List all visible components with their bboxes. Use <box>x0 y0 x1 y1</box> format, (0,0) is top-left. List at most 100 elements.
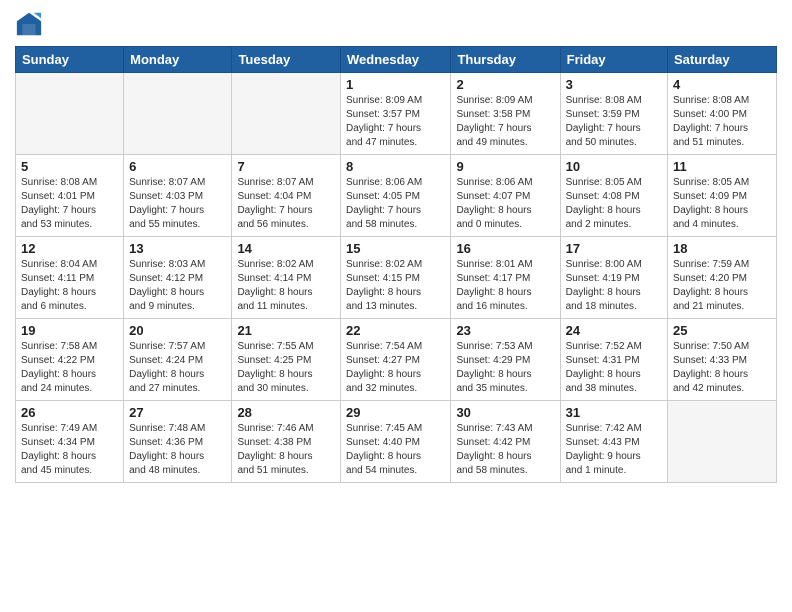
day-info: Sunrise: 7:55 AM Sunset: 4:25 PM Dayligh… <box>237 340 335 396</box>
calendar-cell: 3 Sunrise: 8:08 AM Sunset: 3:59 PM Daylig… <box>560 73 667 155</box>
weekday-header-monday: Monday <box>124 47 232 73</box>
day-info: Sunrise: 8:08 AM Sunset: 3:59 PM Dayligh… <box>566 94 662 150</box>
calendar-cell: 13Sunrise: 8:03 AM Sunset: 4:12 PM Dayli… <box>124 237 232 319</box>
day-number: 2 <box>456 77 554 92</box>
week-row-2: 12 Sunrise: 8:04 AM Sunset: 4:11 PM Dayli… <box>16 237 777 319</box>
day-number: 4 <box>673 77 771 92</box>
day-number: 15 <box>346 241 445 256</box>
day-info: Sunrise: 7:43 AM Sunset: 4:42 PM Dayligh… <box>456 422 554 478</box>
calendar-cell: 20 Sunrise: 7:57 AM Sunset: 4:24 PM Dayli… <box>124 319 232 401</box>
day-info: Sunrise: 8:06 AM Sunset: 4:07 PM Dayligh… <box>456 176 554 232</box>
calendar-cell: 8Sunrise: 8:06 AM Sunset: 4:05 PM Daylig… <box>341 155 451 237</box>
day-info: Sunrise: 8:04 AM Sunset: 4:11 PM Dayligh… <box>21 258 118 314</box>
calendar-cell <box>124 73 232 155</box>
day-info: Sunrise: 7:50 AM Sunset: 4:33 PM Dayligh… <box>673 340 771 396</box>
page: SundayMondayTuesdayWednesdayThursdayFrid… <box>0 0 792 612</box>
calendar-cell: 19Sunrise: 7:58 AM Sunset: 4:22 PM Dayli… <box>16 319 124 401</box>
calendar-cell: 16 Sunrise: 8:01 AM Sunset: 4:17 PM Dayli… <box>451 237 560 319</box>
calendar-cell: 17 Sunrise: 8:00 AM Sunset: 4:19 PM Dayli… <box>560 237 667 319</box>
calendar-cell: 12 Sunrise: 8:04 AM Sunset: 4:11 PM Dayli… <box>16 237 124 319</box>
day-number: 17 <box>566 241 662 256</box>
day-info: Sunrise: 8:02 AM Sunset: 4:15 PM Dayligh… <box>346 258 445 314</box>
day-number: 20 <box>129 323 226 338</box>
week-row-4: 26 Sunrise: 7:49 AM Sunset: 4:34 PM Dayli… <box>16 401 777 483</box>
day-info: Sunrise: 7:53 AM Sunset: 4:29 PM Dayligh… <box>456 340 554 396</box>
day-info: Sunrise: 7:59 AM Sunset: 4:20 PM Dayligh… <box>673 258 771 314</box>
day-number: 5 <box>21 159 118 174</box>
calendar-cell <box>232 73 341 155</box>
day-number: 1 <box>346 77 445 92</box>
logo <box>15 10 47 38</box>
day-number: 22 <box>346 323 445 338</box>
calendar-cell: 14 Sunrise: 8:02 AM Sunset: 4:14 PM Dayli… <box>232 237 341 319</box>
day-info: Sunrise: 8:00 AM Sunset: 4:19 PM Dayligh… <box>566 258 662 314</box>
day-info: Sunrise: 8:08 AM Sunset: 4:01 PM Dayligh… <box>21 176 118 232</box>
day-number: 27 <box>129 405 226 420</box>
calendar-cell: 29Sunrise: 7:45 AM Sunset: 4:40 PM Dayli… <box>341 401 451 483</box>
week-row-1: 5 Sunrise: 8:08 AM Sunset: 4:01 PM Daylig… <box>16 155 777 237</box>
calendar-cell: 5 Sunrise: 8:08 AM Sunset: 4:01 PM Daylig… <box>16 155 124 237</box>
day-info: Sunrise: 8:08 AM Sunset: 4:00 PM Dayligh… <box>673 94 771 150</box>
day-number: 25 <box>673 323 771 338</box>
weekday-header-tuesday: Tuesday <box>232 47 341 73</box>
day-number: 29 <box>346 405 445 420</box>
weekday-header-thursday: Thursday <box>451 47 560 73</box>
day-info: Sunrise: 7:42 AM Sunset: 4:43 PM Dayligh… <box>566 422 662 478</box>
calendar-cell: 2 Sunrise: 8:09 AM Sunset: 3:58 PM Daylig… <box>451 73 560 155</box>
calendar-cell: 26 Sunrise: 7:49 AM Sunset: 4:34 PM Dayli… <box>16 401 124 483</box>
calendar-cell: 25 Sunrise: 7:50 AM Sunset: 4:33 PM Dayli… <box>668 319 777 401</box>
day-info: Sunrise: 8:01 AM Sunset: 4:17 PM Dayligh… <box>456 258 554 314</box>
calendar-cell: 1Sunrise: 8:09 AM Sunset: 3:57 PM Daylig… <box>341 73 451 155</box>
header <box>15 10 777 38</box>
day-number: 31 <box>566 405 662 420</box>
week-row-0: 1Sunrise: 8:09 AM Sunset: 3:57 PM Daylig… <box>16 73 777 155</box>
day-number: 12 <box>21 241 118 256</box>
day-number: 10 <box>566 159 662 174</box>
calendar-cell: 27 Sunrise: 7:48 AM Sunset: 4:36 PM Dayli… <box>124 401 232 483</box>
day-info: Sunrise: 7:48 AM Sunset: 4:36 PM Dayligh… <box>129 422 226 478</box>
calendar-cell <box>668 401 777 483</box>
day-info: Sunrise: 7:57 AM Sunset: 4:24 PM Dayligh… <box>129 340 226 396</box>
day-number: 21 <box>237 323 335 338</box>
day-info: Sunrise: 7:54 AM Sunset: 4:27 PM Dayligh… <box>346 340 445 396</box>
day-number: 30 <box>456 405 554 420</box>
day-info: Sunrise: 8:07 AM Sunset: 4:03 PM Dayligh… <box>129 176 226 232</box>
calendar-cell: 31 Sunrise: 7:42 AM Sunset: 4:43 PM Dayli… <box>560 401 667 483</box>
day-info: Sunrise: 8:02 AM Sunset: 4:14 PM Dayligh… <box>237 258 335 314</box>
day-info: Sunrise: 8:05 AM Sunset: 4:09 PM Dayligh… <box>673 176 771 232</box>
day-number: 13 <box>129 241 226 256</box>
calendar-cell: 15 Sunrise: 8:02 AM Sunset: 4:15 PM Dayli… <box>341 237 451 319</box>
day-info: Sunrise: 8:07 AM Sunset: 4:04 PM Dayligh… <box>237 176 335 232</box>
day-number: 3 <box>566 77 662 92</box>
weekday-header-friday: Friday <box>560 47 667 73</box>
day-info: Sunrise: 7:58 AM Sunset: 4:22 PM Dayligh… <box>21 340 118 396</box>
weekday-header-wednesday: Wednesday <box>341 47 451 73</box>
day-number: 8 <box>346 159 445 174</box>
day-number: 7 <box>237 159 335 174</box>
day-info: Sunrise: 8:05 AM Sunset: 4:08 PM Dayligh… <box>566 176 662 232</box>
calendar-cell: 23Sunrise: 7:53 AM Sunset: 4:29 PM Dayli… <box>451 319 560 401</box>
calendar-header: SundayMondayTuesdayWednesdayThursdayFrid… <box>16 47 777 73</box>
day-number: 16 <box>456 241 554 256</box>
calendar-cell: 10 Sunrise: 8:05 AM Sunset: 4:08 PM Dayli… <box>560 155 667 237</box>
day-info: Sunrise: 8:09 AM Sunset: 3:58 PM Dayligh… <box>456 94 554 150</box>
weekday-header-row: SundayMondayTuesdayWednesdayThursdayFrid… <box>16 47 777 73</box>
day-number: 11 <box>673 159 771 174</box>
day-info: Sunrise: 7:46 AM Sunset: 4:38 PM Dayligh… <box>237 422 335 478</box>
day-number: 14 <box>237 241 335 256</box>
day-info: Sunrise: 7:49 AM Sunset: 4:34 PM Dayligh… <box>21 422 118 478</box>
logo-icon <box>15 10 43 38</box>
calendar-cell: 28 Sunrise: 7:46 AM Sunset: 4:38 PM Dayli… <box>232 401 341 483</box>
calendar-cell <box>16 73 124 155</box>
calendar-cell: 18Sunrise: 7:59 AM Sunset: 4:20 PM Dayli… <box>668 237 777 319</box>
calendar-cell: 24Sunrise: 7:52 AM Sunset: 4:31 PM Dayli… <box>560 319 667 401</box>
day-number: 26 <box>21 405 118 420</box>
calendar-cell: 6Sunrise: 8:07 AM Sunset: 4:03 PM Daylig… <box>124 155 232 237</box>
calendar-cell: 22 Sunrise: 7:54 AM Sunset: 4:27 PM Dayli… <box>341 319 451 401</box>
calendar-cell: 30 Sunrise: 7:43 AM Sunset: 4:42 PM Dayli… <box>451 401 560 483</box>
calendar-body: 1Sunrise: 8:09 AM Sunset: 3:57 PM Daylig… <box>16 73 777 483</box>
calendar-cell: 7 Sunrise: 8:07 AM Sunset: 4:04 PM Daylig… <box>232 155 341 237</box>
day-number: 28 <box>237 405 335 420</box>
calendar-cell: 9 Sunrise: 8:06 AM Sunset: 4:07 PM Daylig… <box>451 155 560 237</box>
day-number: 9 <box>456 159 554 174</box>
